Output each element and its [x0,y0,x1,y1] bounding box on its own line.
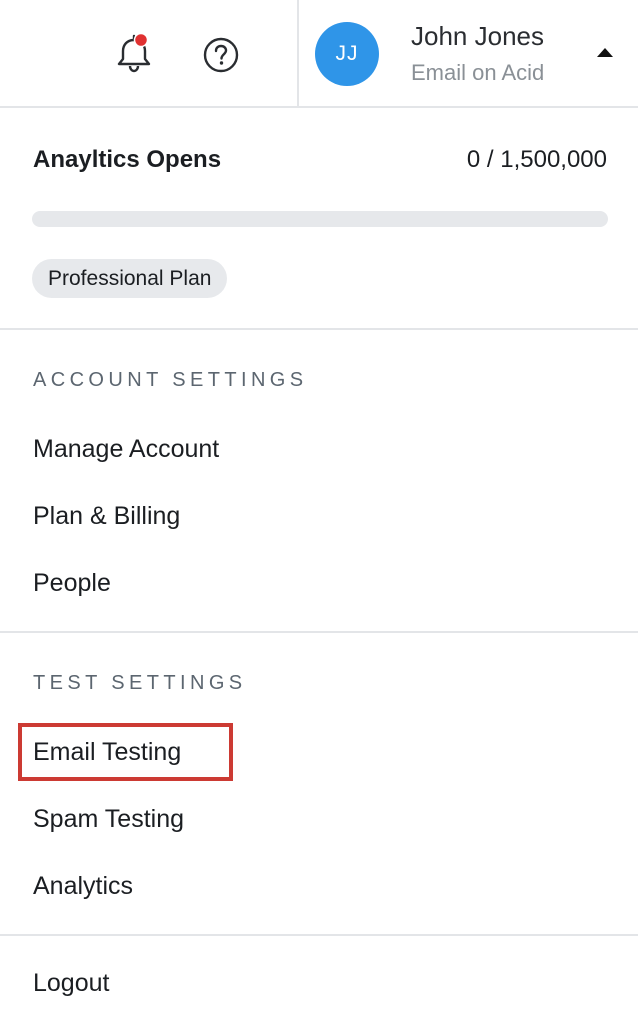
menu-item-analytics[interactable]: Analytics [33,872,133,901]
top-bar: JJ John Jones Email on Acid [0,0,638,108]
usage-count: 0 / 1,500,000 [466,146,607,173]
usage-progress-bar [32,211,608,227]
avatar-initials: JJ [335,42,359,65]
menu-item-spam-testing[interactable]: Spam Testing [33,805,184,834]
section-divider [0,631,638,633]
notification-dot [133,32,149,48]
section-divider [0,934,638,936]
caret-up-icon[interactable] [597,48,613,57]
avatar[interactable]: JJ [315,22,379,86]
user-name[interactable]: John Jones [411,21,544,52]
user-company: Email on Acid [411,60,545,85]
menu-item-email-testing[interactable]: Email Testing [33,738,181,767]
header-divider [297,0,299,108]
help-icon[interactable] [202,36,240,74]
test-settings-heading: TEST SETTINGS [33,672,247,694]
menu-item-manage-account[interactable]: Manage Account [33,435,219,464]
section-divider [0,328,638,330]
logout-link[interactable]: Logout [33,969,109,998]
usage-title: Anayltics Opens [33,146,222,173]
menu-item-people[interactable]: People [33,569,111,598]
account-settings-heading: ACCOUNT SETTINGS [33,369,308,391]
plan-badge: Professional Plan [32,259,228,298]
bell-icon[interactable] [114,32,154,76]
menu-item-plan-billing[interactable]: Plan & Billing [33,502,180,531]
